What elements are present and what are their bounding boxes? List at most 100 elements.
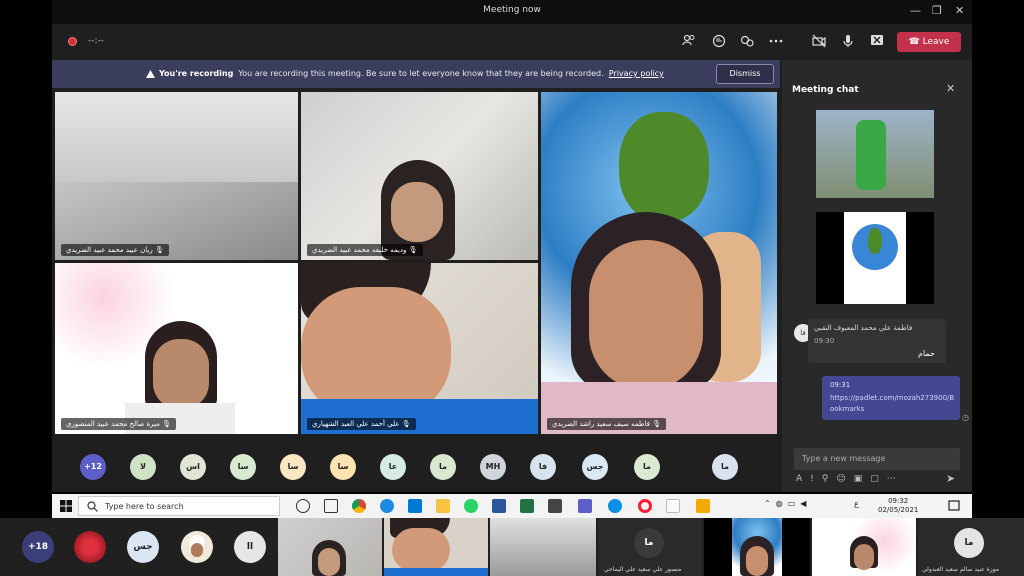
- emoji-icon[interactable]: ☺: [836, 474, 853, 484]
- mic-off-icon: 🎙: [408, 246, 418, 254]
- message-time: 09:30: [814, 337, 835, 345]
- share-button[interactable]: [870, 34, 884, 49]
- participant-name: ريان عبيد محمد عبيد الضريدي 🎙: [61, 244, 169, 256]
- strip-video-tile[interactable]: [812, 518, 916, 576]
- strip-avatar[interactable]: اا: [234, 531, 266, 563]
- roster-avatar[interactable]: MH: [480, 454, 506, 480]
- meeting-toolbar: --:-- ☎ Leave: [52, 24, 972, 60]
- chrome-icon[interactable]: [352, 499, 366, 513]
- mail-icon[interactable]: [408, 499, 422, 513]
- chevron-up-icon[interactable]: ⌃: [764, 499, 776, 508]
- leave-button[interactable]: ☎ Leave: [897, 32, 961, 52]
- tree-shape: [619, 112, 709, 222]
- strip-video-tile[interactable]: ما منصور علي سعيد علي اليماحي: [598, 518, 702, 576]
- camera-toggle[interactable]: [812, 34, 826, 51]
- chat-button[interactable]: [712, 34, 726, 51]
- padlet-link[interactable]: https://padlet.com/mozah273900/Bookmarks: [830, 393, 956, 415]
- roster-avatar[interactable]: ما: [430, 454, 456, 480]
- message-text: حمام: [918, 349, 935, 358]
- privacy-policy-link[interactable]: Privacy policy: [609, 69, 664, 78]
- strip-video-tile[interactable]: [704, 518, 810, 576]
- close-chat-button[interactable]: ✕: [946, 82, 955, 95]
- rose-avatar[interactable]: [74, 531, 106, 563]
- roster-avatar[interactable]: اس: [180, 454, 206, 480]
- gif-icon[interactable]: ▣: [854, 474, 871, 484]
- meeting-chat-panel: Meeting chat ✕ فا فاطمة علي محمد المعيوف…: [782, 60, 972, 492]
- message-input[interactable]: Type a new message: [794, 448, 960, 470]
- system-tray[interactable]: ⌃◍▭◀: [764, 499, 811, 508]
- sticker-icon[interactable]: ▢: [870, 474, 887, 484]
- mic-toggle[interactable]: [842, 34, 854, 51]
- task-view-icon[interactable]: [324, 499, 338, 513]
- strip-video-tile[interactable]: [490, 518, 596, 576]
- person-face: [153, 339, 209, 409]
- strip-participant-name: موزة عبيد سالم سعيد العبدولي: [922, 566, 999, 573]
- more-actions-button[interactable]: [769, 34, 783, 51]
- roster-avatar[interactable]: سا: [280, 454, 306, 480]
- image-border: [906, 212, 934, 304]
- roster-avatar[interactable]: عا: [380, 454, 406, 480]
- volume-icon[interactable]: ◀: [800, 499, 811, 508]
- format-icon[interactable]: A: [796, 474, 810, 484]
- notifications-icon[interactable]: [948, 500, 960, 512]
- important-icon[interactable]: !: [810, 474, 822, 484]
- word-icon[interactable]: [492, 499, 506, 513]
- reactions-button[interactable]: [740, 34, 754, 51]
- bottom-participant-strip: +18 جس اا ما منصور علي سعيد علي اليماحي …: [0, 518, 1024, 576]
- cortana-icon[interactable]: [296, 499, 310, 513]
- maximize-button[interactable]: ❐: [932, 4, 942, 17]
- taskbar-clock[interactable]: 09:32 02/05/2021: [878, 497, 918, 515]
- telegram-icon[interactable]: [380, 499, 394, 513]
- send-icon[interactable]: ➤: [946, 472, 955, 485]
- participants-button[interactable]: [682, 34, 696, 49]
- overflow-participants[interactable]: +18: [22, 531, 54, 563]
- strip-video-tile[interactable]: ما موزة عبيد سالم سعيد العبدولي: [918, 518, 1024, 576]
- roster-avatar[interactable]: سا: [330, 454, 356, 480]
- store-icon[interactable]: [548, 499, 562, 513]
- worker-shape: [856, 120, 886, 190]
- roster-avatar[interactable]: فا: [530, 454, 556, 480]
- person-face: [589, 240, 703, 390]
- recording-icon: [68, 37, 77, 46]
- windows-start-icon[interactable]: [60, 500, 72, 512]
- network-icon[interactable]: ◍: [776, 499, 788, 508]
- app-icon[interactable]: [696, 499, 710, 513]
- roster-avatar[interactable]: لا: [130, 454, 156, 480]
- strip-video-tile[interactable]: [384, 518, 488, 576]
- attach-icon[interactable]: ⚲: [822, 474, 837, 484]
- excel-icon[interactable]: [520, 499, 534, 513]
- clock-date: 02/05/2021: [878, 506, 919, 514]
- opera-icon[interactable]: [638, 499, 652, 513]
- roster-avatar[interactable]: سا: [230, 454, 256, 480]
- teams-icon[interactable]: [578, 499, 592, 513]
- roster-avatar[interactable]: جس: [582, 454, 608, 480]
- file-icon[interactable]: [666, 499, 680, 513]
- shared-image[interactable]: [816, 110, 934, 198]
- roster-avatar[interactable]: ما: [634, 454, 660, 480]
- dismiss-button[interactable]: Dismiss: [716, 64, 774, 84]
- portrait-avatar[interactable]: [181, 531, 213, 563]
- video-tile[interactable]: فاطمه سيف سعيد راشد الضريدي 🎙: [541, 92, 777, 434]
- roster-avatar[interactable]: ما: [712, 454, 738, 480]
- edge-icon[interactable]: [608, 499, 622, 513]
- taskbar-search[interactable]: Type here to search: [78, 496, 280, 516]
- video-tile[interactable]: علي أحمد علي العبد الشهياري 🎙: [301, 263, 538, 434]
- strip-video-tile[interactable]: [278, 518, 382, 576]
- video-tile[interactable]: وديمه خليفه محمد عبيد الضريدي 🎙: [301, 92, 538, 260]
- whatsapp-icon[interactable]: [464, 499, 478, 513]
- battery-icon[interactable]: ▭: [788, 499, 801, 508]
- people-icon: [682, 34, 695, 46]
- meeting-timer: --:--: [88, 36, 105, 46]
- more-options-icon[interactable]: ⋯: [887, 474, 904, 484]
- video-tile[interactable]: ريان عبيد محمد عبيد الضريدي 🎙: [55, 92, 298, 260]
- file-explorer-icon[interactable]: [436, 499, 450, 513]
- video-tile[interactable]: ميرة صالح محمد عبيد المنصوري 🎙: [55, 263, 298, 434]
- warning-icon: [146, 70, 155, 78]
- strip-avatar[interactable]: جس: [127, 531, 159, 563]
- overflow-participants[interactable]: +12: [80, 454, 106, 480]
- input-language[interactable]: ع: [854, 499, 859, 508]
- sender-name: فاطمة علي محمد المعيوف النقبي: [814, 324, 913, 332]
- shared-image[interactable]: [816, 212, 934, 304]
- minimize-button[interactable]: —: [910, 4, 921, 17]
- close-window-button[interactable]: ✕: [955, 4, 964, 17]
